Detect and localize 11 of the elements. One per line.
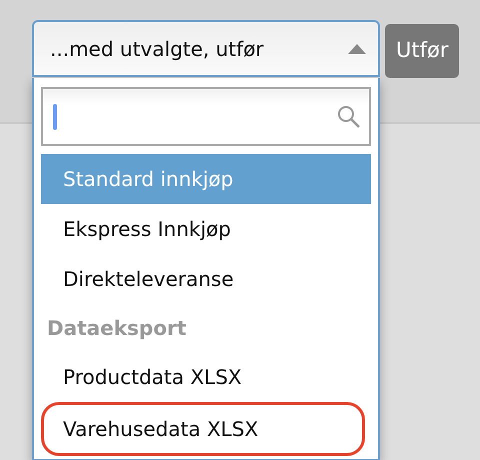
search-field[interactable] [41, 87, 371, 146]
text-cursor [53, 104, 57, 130]
search-icon [337, 104, 361, 128]
dropdown-select[interactable]: ...med utvalgte, utfør [32, 20, 380, 77]
group-label: Dataeksport [46, 315, 188, 342]
caret-up-icon [348, 44, 366, 54]
dropdown-option[interactable]: Varehusedata XLSX [41, 402, 365, 456]
apply-button[interactable]: Utfør [385, 24, 460, 78]
dropdown-option[interactable]: Direkteleveranse [41, 254, 371, 304]
dropdown-option[interactable]: Ekspress Innkjøp [41, 204, 371, 254]
dropdown-option[interactable]: Productdata XLSX [41, 352, 371, 402]
